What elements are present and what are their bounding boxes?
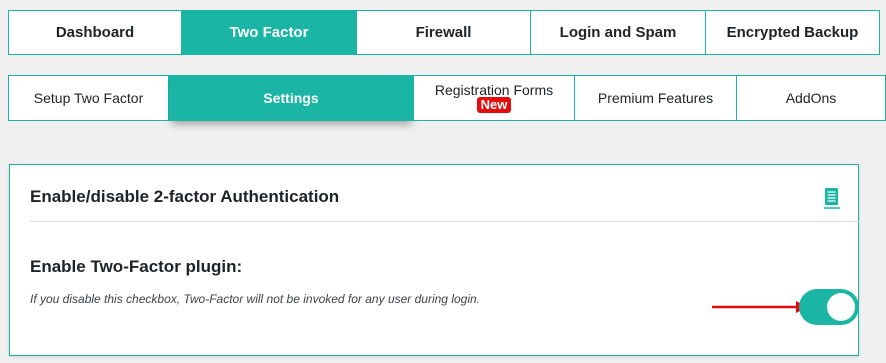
enable-two-factor-toggle[interactable] (799, 289, 859, 325)
divider (30, 221, 860, 222)
tab-label: Registration Forms (434, 81, 554, 98)
tab-label: Premium Features (597, 90, 714, 106)
tab-label: Login and Spam (559, 24, 677, 41)
tab-label: Dashboard (55, 24, 135, 41)
sub-tab-bar: Setup Two Factor Settings Registration F… (8, 75, 886, 121)
tab-addons[interactable]: AddOns (737, 75, 886, 121)
tab-label: AddOns (785, 90, 837, 106)
tab-label: Settings (263, 90, 319, 106)
tab-settings[interactable]: Settings (169, 75, 414, 121)
tab-login-and-spam[interactable]: Login and Spam (531, 10, 706, 55)
section-title: Enable Two-Factor plugin: (30, 257, 243, 276)
tab-setup-two-factor[interactable]: Setup Two Factor (8, 75, 169, 121)
tab-premium-features[interactable]: Premium Features (575, 75, 737, 121)
toggle-knob (827, 293, 855, 321)
tab-registration-forms[interactable]: Registration Forms New (414, 75, 575, 121)
two-factor-settings-panel: Enable/disable 2-factor Authentication E… (9, 164, 860, 356)
tab-firewall[interactable]: Firewall (357, 10, 531, 55)
section-description: If you disable this checkbox, Two-Factor… (30, 292, 480, 306)
tab-two-factor[interactable]: Two Factor (182, 10, 357, 55)
tab-dashboard[interactable]: Dashboard (8, 10, 182, 55)
tab-label: Encrypted Backup (726, 24, 859, 41)
red-arrow-icon (712, 301, 808, 313)
new-badge: New (476, 96, 512, 113)
tab-label: Two Factor (229, 24, 309, 41)
tab-label: Setup Two Factor (33, 90, 144, 106)
registration-forms-wrap: Registration Forms New (435, 82, 553, 113)
tab-label: Firewall (415, 24, 472, 41)
document-icon[interactable] (823, 187, 841, 209)
tab-encrypted-backup[interactable]: Encrypted Backup (706, 10, 880, 55)
panel-title: Enable/disable 2-factor Authentication (30, 187, 340, 206)
main-tab-bar: Dashboard Two Factor Firewall Login and … (8, 10, 886, 55)
